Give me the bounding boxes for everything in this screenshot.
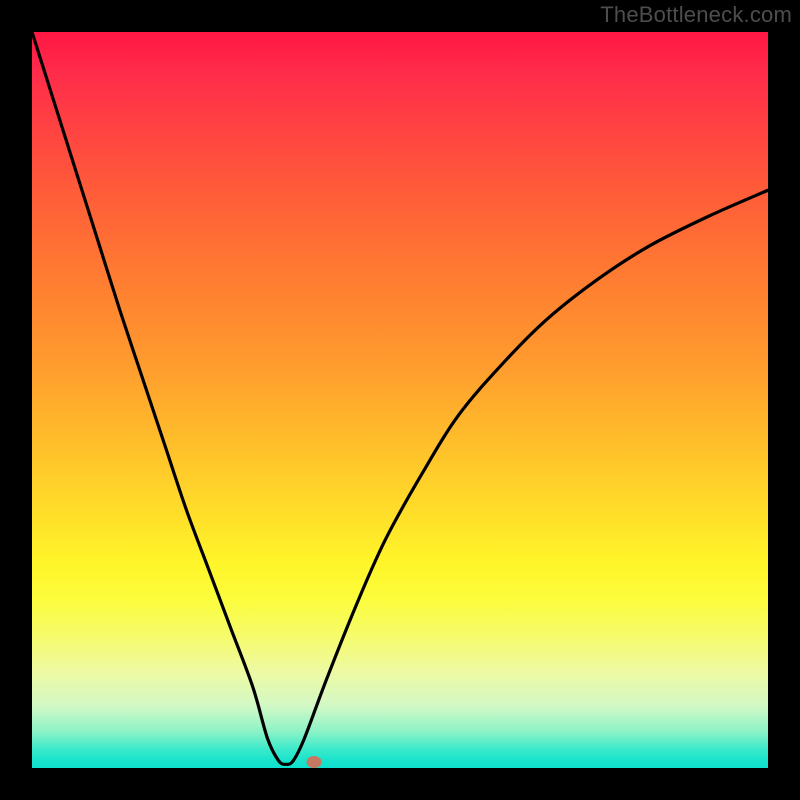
chart-frame: TheBottleneck.com [0, 0, 800, 800]
optimal-point-marker [307, 756, 322, 768]
plot-gradient-background [32, 32, 768, 768]
watermark-text: TheBottleneck.com [600, 2, 792, 28]
